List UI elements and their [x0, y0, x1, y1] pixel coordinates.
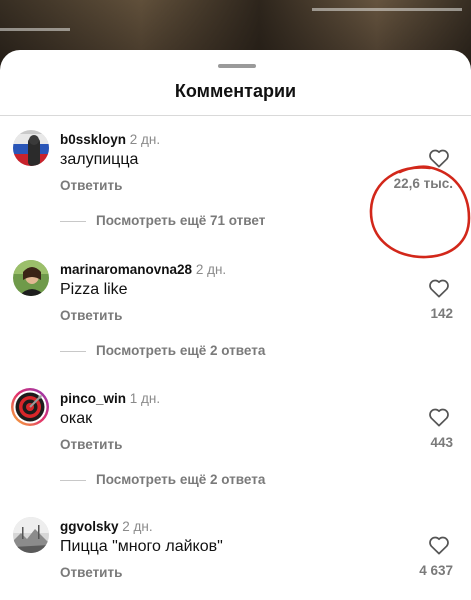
comment-username[interactable]: pinco_win	[60, 391, 126, 406]
avatar-landscape-icon	[13, 517, 49, 553]
avatar-photo-icon	[13, 260, 49, 296]
comment-text: окак	[60, 410, 93, 427]
comments-sheet: Комментарии b0sskloyn 2 дн. залупицца От…	[0, 50, 471, 600]
comment-header: b0sskloyn 2 дн.	[60, 132, 160, 147]
sheet-grabber[interactable]	[218, 64, 256, 68]
heart-icon[interactable]	[428, 278, 450, 298]
avatar[interactable]	[10, 387, 50, 427]
reply-button[interactable]: Ответить	[60, 565, 122, 580]
comment-time: 2 дн.	[129, 132, 161, 147]
comment-text: Pizza like	[60, 281, 128, 298]
annotation-circle	[369, 165, 471, 259]
view-more-replies[interactable]: Посмотреть ещё 71 ответ	[60, 213, 265, 228]
comment-time: 2 дн.	[195, 262, 227, 277]
heart-icon[interactable]	[428, 407, 450, 427]
like-count: 142	[430, 306, 453, 321]
avatar-target-icon	[11, 388, 49, 426]
comment-username[interactable]: ggvolsky	[60, 519, 119, 534]
comment-item: ggvolsky 2 дн. Пицца "много лайков" Отве…	[0, 517, 471, 600]
comment-item: pinco_win 1 дн. окак Ответить 443 Посмот…	[0, 387, 471, 499]
sheet-title: Комментарии	[174, 81, 297, 101]
comment-header: marinaromanovna28 2 дн.	[60, 262, 226, 277]
comment-text: Пицца "много лайков"	[60, 538, 223, 555]
background-light	[312, 8, 462, 11]
reply-button[interactable]: Ответить	[60, 437, 122, 452]
view-more-replies-label: Посмотреть ещё 71 ответ	[96, 213, 266, 228]
reply-button[interactable]: Ответить	[60, 308, 122, 323]
comment-header: ggvolsky 2 дн.	[60, 519, 153, 534]
view-more-replies[interactable]: Посмотреть ещё 2 ответа	[60, 343, 265, 358]
reply-button[interactable]: Ответить	[60, 178, 122, 193]
comment-text: залупицца	[60, 151, 139, 168]
comment-item: marinaromanovna28 2 дн. Pizza like Ответ…	[0, 260, 471, 370]
avatar[interactable]	[13, 517, 49, 553]
heart-icon[interactable]	[428, 535, 450, 555]
avatar[interactable]	[13, 130, 49, 166]
header-divider	[0, 115, 471, 116]
comment-username[interactable]: b0sskloyn	[60, 132, 126, 147]
replies-line	[60, 350, 86, 352]
view-more-replies-label: Посмотреть ещё 2 ответа	[96, 472, 266, 487]
like-count: 443	[430, 435, 453, 450]
comment-time: 2 дн.	[122, 519, 153, 534]
like-count: 4 637	[419, 563, 453, 578]
view-more-replies[interactable]: Посмотреть ещё 2 ответа	[60, 472, 265, 487]
avatar[interactable]	[13, 260, 49, 296]
replies-line	[60, 220, 86, 222]
view-more-replies-label: Посмотреть ещё 2 ответа	[96, 343, 266, 358]
comment-username[interactable]: marinaromanovna28	[60, 262, 192, 277]
avatar-flag-icon	[13, 130, 49, 166]
comment-header: pinco_win 1 дн.	[60, 391, 160, 406]
comment-time: 1 дн.	[129, 391, 161, 406]
replies-line	[60, 479, 86, 481]
screen: Комментарии b0sskloyn 2 дн. залупицца От…	[0, 0, 471, 600]
background-light	[0, 28, 70, 31]
